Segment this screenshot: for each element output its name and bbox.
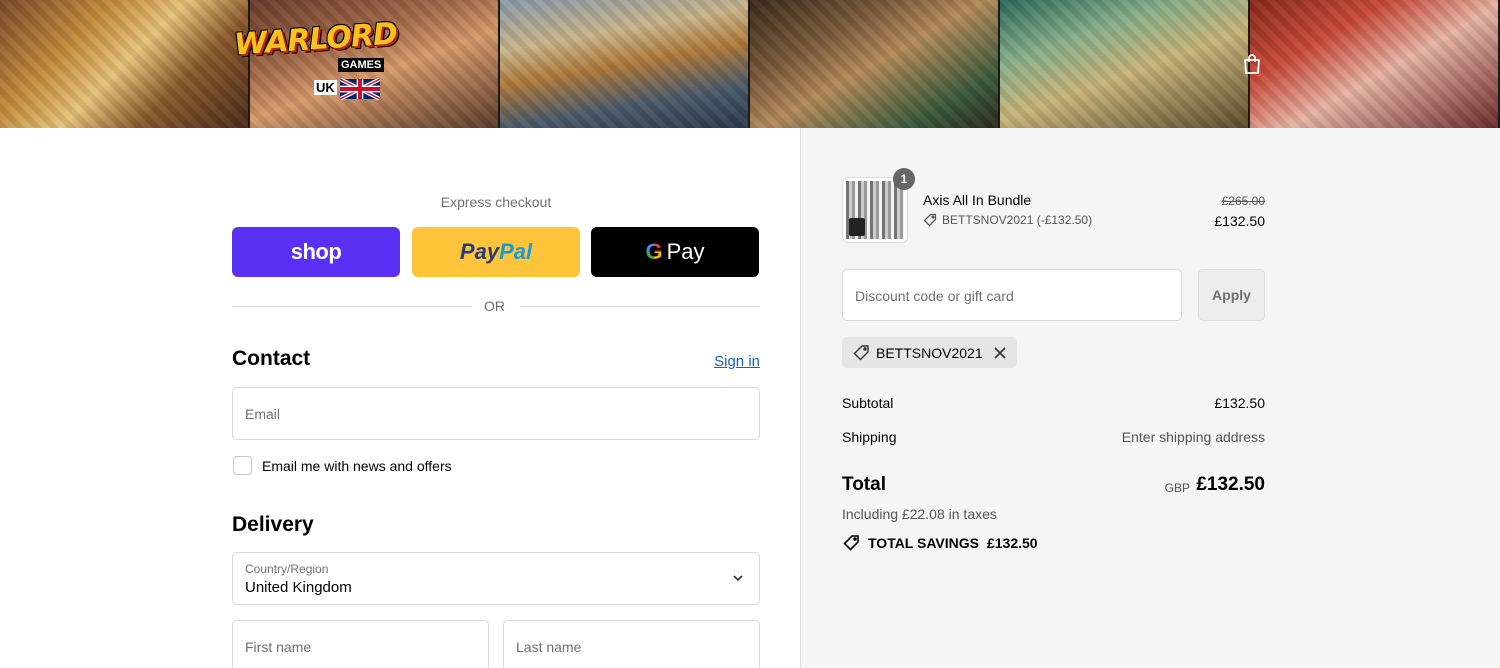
shopping-bag-icon[interactable] [1240, 52, 1264, 76]
total-savings: TOTAL SAVINGS £132.50 [842, 534, 1038, 552]
product-discount-text: BETTSNOV2021 (-£132.50) [942, 213, 1093, 227]
logo-wordmark: WARLORD [232, 16, 398, 63]
banner-art-5 [1000, 0, 1250, 128]
applied-discount-chip: BETTSNOV2021 [842, 337, 1017, 368]
header-banner [0, 0, 1500, 128]
union-jack-flag-icon [340, 78, 380, 100]
total-value: £132.50 [1196, 474, 1265, 495]
savings-value: £132.50 [986, 535, 1038, 551]
store-logo[interactable]: WARLORD GAMES UK [233, 16, 398, 102]
discount-code-input[interactable]: Discount code or gift card [842, 269, 1182, 321]
last-name-field[interactable]: Last name [503, 620, 760, 668]
shop-pay-button[interactable]: shop [232, 227, 400, 277]
remove-code-close-icon[interactable] [993, 346, 1007, 360]
first-name-placeholder: First name [245, 639, 312, 655]
savings-tag-icon [843, 535, 859, 551]
applied-code-text: BETTSNOV2021 [876, 344, 983, 361]
logo-subtitle: GAMES [338, 58, 385, 72]
paypal-button[interactable]: PayPal [412, 227, 580, 277]
google-g-icon: G [645, 239, 663, 264]
or-label: OR [484, 298, 505, 314]
product-name: Axis All In Bundle [923, 192, 1032, 208]
first-name-field[interactable]: First name [232, 620, 489, 668]
total-label: Total [842, 474, 886, 495]
banner-art-3 [500, 0, 750, 128]
sign-in-link[interactable]: Sign in [714, 353, 760, 370]
last-name-placeholder: Last name [516, 639, 582, 655]
tag-icon [853, 344, 869, 360]
email-placeholder: Email [245, 406, 281, 422]
apply-discount-button[interactable]: Apply [1198, 269, 1265, 321]
discount-placeholder: Discount code or gift card [855, 288, 1014, 304]
newsletter-checkbox[interactable] [233, 456, 252, 475]
subtotal-value: £132.50 [1214, 395, 1265, 411]
newsletter-label: Email me with news and offers [262, 458, 452, 474]
shop-pay-label: shop [290, 239, 342, 264]
delivery-heading: Delivery [232, 513, 314, 536]
google-pay-button[interactable]: G Pay [591, 227, 759, 277]
original-price: £265.00 [1221, 194, 1265, 208]
or-divider: OR [232, 298, 760, 316]
contact-heading: Contact [232, 347, 311, 370]
country-select[interactable]: Country/Region United Kingdom [232, 552, 760, 605]
banner-art-6 [1250, 0, 1500, 128]
total-currency: GBP [1164, 481, 1190, 495]
country-value: United Kingdom [245, 579, 352, 596]
product-discount: BETTSNOV2021 (-£132.50) [923, 213, 1092, 227]
shipping-label: Shipping [842, 429, 897, 445]
tag-icon [923, 213, 937, 227]
express-checkout-label: Express checkout [440, 194, 552, 210]
discounted-price: £132.50 [1214, 213, 1265, 229]
logo-region: UK [314, 80, 337, 95]
shipping-value: Enter shipping address [1121, 429, 1265, 445]
tax-line: Including £22.08 in taxes [842, 506, 997, 522]
paypal-logo: PayPal [459, 239, 533, 264]
chevron-down-icon [733, 575, 743, 582]
country-label: Country/Region [245, 562, 329, 576]
subtotal-label: Subtotal [842, 395, 894, 411]
quantity-badge: 1 [893, 168, 915, 190]
google-pay-label: Pay [666, 239, 705, 264]
banner-art-1 [0, 0, 250, 128]
banner-art-4 [750, 0, 1000, 128]
savings-label: TOTAL SAVINGS [868, 535, 979, 551]
email-field[interactable]: Email [232, 387, 760, 440]
